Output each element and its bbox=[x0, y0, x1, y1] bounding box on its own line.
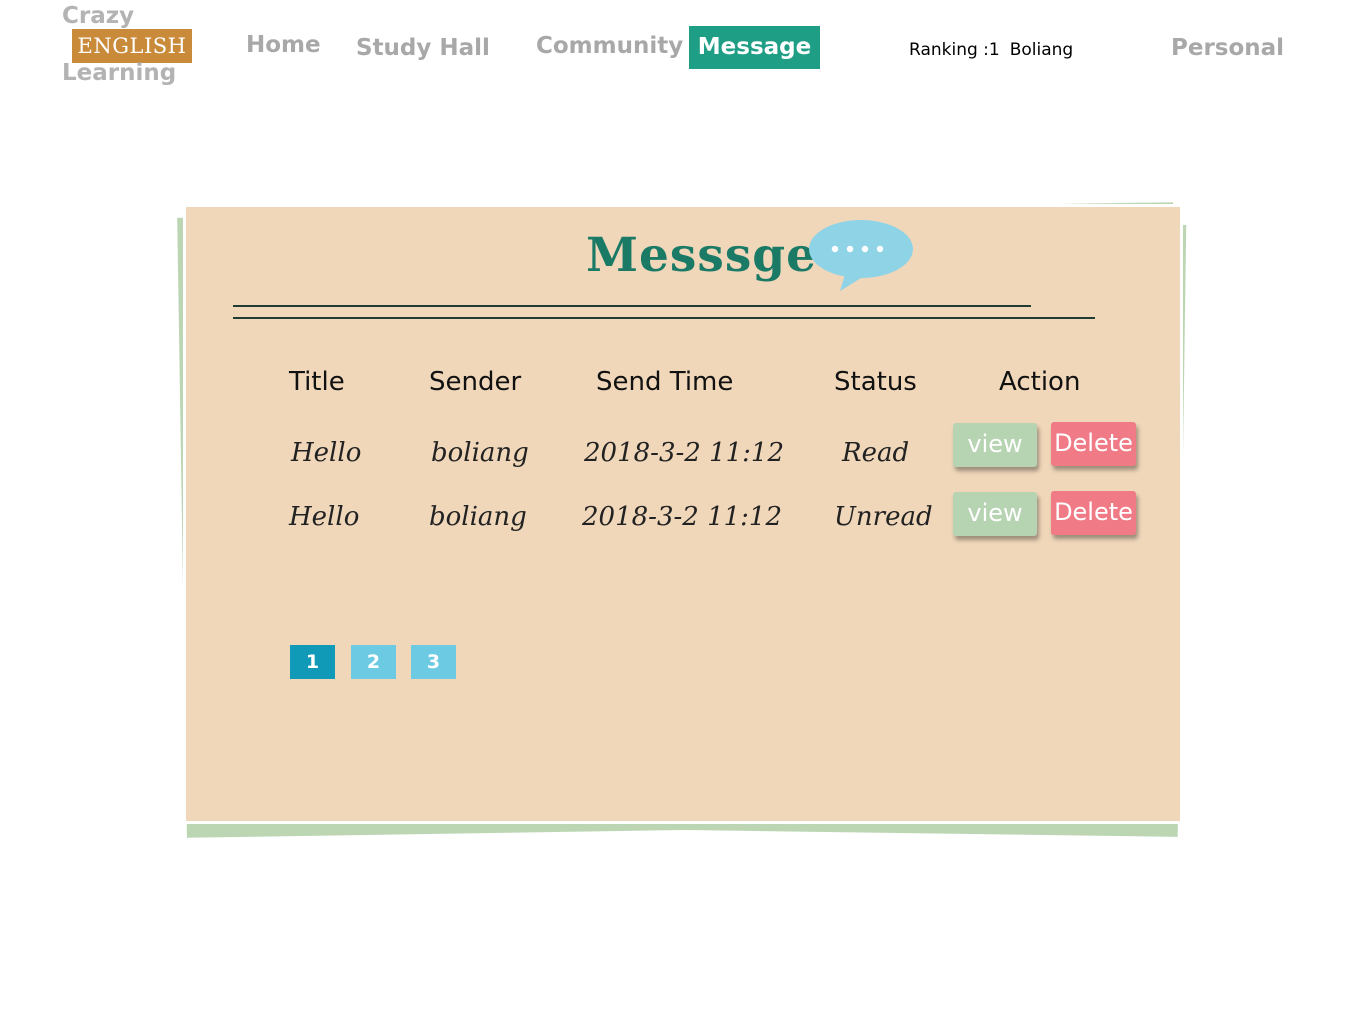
nav-home[interactable]: Home bbox=[246, 34, 321, 57]
row-status: Unread bbox=[834, 502, 933, 532]
row-send-time: 2018-3-2 11:12 bbox=[584, 438, 785, 468]
column-header-send-time: Send Time bbox=[596, 367, 734, 397]
message-card: Messsge Title Sender Send Time Status Ac… bbox=[186, 207, 1180, 821]
view-button[interactable]: view bbox=[953, 423, 1037, 467]
column-header-action: Action bbox=[999, 367, 1081, 397]
column-header-title: Title bbox=[289, 367, 345, 397]
row-title: Hello bbox=[291, 438, 362, 468]
logo-text-crazy: Crazy bbox=[62, 3, 135, 29]
page-button-2[interactable]: 2 bbox=[351, 645, 396, 679]
delete-button[interactable]: Delete bbox=[1051, 491, 1136, 535]
speech-bubble-icon bbox=[809, 220, 913, 291]
title-divider-2 bbox=[233, 317, 1095, 319]
ranking-label: Ranking :1 bbox=[909, 40, 1000, 60]
nav-personal[interactable]: Personal bbox=[1171, 37, 1284, 60]
logo-text-learning: Learning bbox=[62, 60, 177, 86]
row-status: Read bbox=[842, 438, 910, 468]
page-button-3[interactable]: 3 bbox=[411, 645, 456, 679]
row-sender: boliang bbox=[429, 502, 527, 532]
delete-button[interactable]: Delete bbox=[1051, 422, 1136, 466]
logo-badge-english: ENGLISH bbox=[72, 29, 192, 63]
page-button-1[interactable]: 1 bbox=[290, 645, 335, 679]
user-name[interactable]: Boliang bbox=[1010, 40, 1074, 60]
nav-study-hall[interactable]: Study Hall bbox=[356, 37, 490, 60]
view-button[interactable]: view bbox=[953, 492, 1037, 536]
logo[interactable]: Crazy ENGLISH Learning bbox=[62, 2, 197, 92]
row-title: Hello bbox=[289, 502, 360, 532]
ranking-info: Ranking :1 Boliang bbox=[909, 40, 1073, 60]
column-header-status: Status bbox=[834, 367, 917, 397]
nav-message-active[interactable]: Message bbox=[689, 26, 820, 69]
title-divider-1 bbox=[233, 305, 1031, 307]
row-send-time: 2018-3-2 11:12 bbox=[582, 502, 783, 532]
page-title: Messsge bbox=[586, 228, 818, 283]
nav-community[interactable]: Community bbox=[536, 35, 683, 58]
row-sender: boliang bbox=[431, 438, 529, 468]
column-header-sender: Sender bbox=[429, 367, 522, 397]
